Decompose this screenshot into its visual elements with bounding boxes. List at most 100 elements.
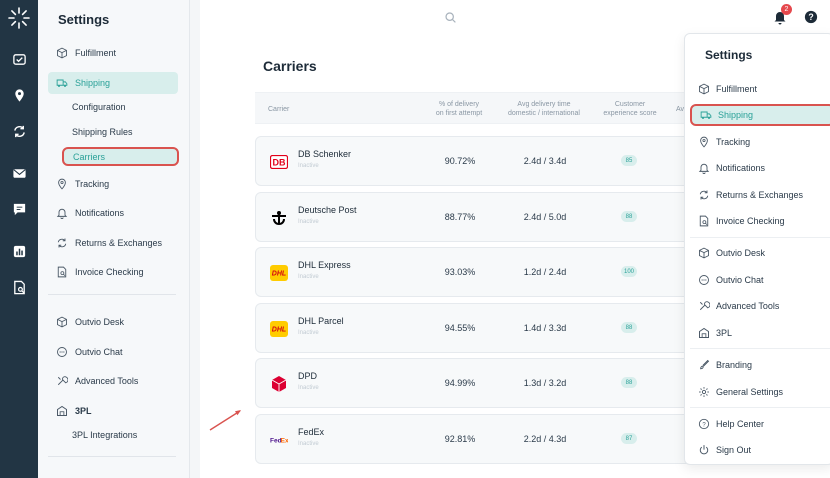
tools-icon [55,374,69,388]
refresh-icon [697,189,710,202]
column-header-carrier: Carrier [268,106,290,113]
invoice-search-icon [55,265,69,279]
sidebar-item-label: Returns & Exchanges [75,238,163,248]
search-icon[interactable] [444,11,457,24]
page-title: Carriers [263,58,317,74]
menu-item-returns-exchanges[interactable]: Returns & Exchanges [690,184,830,206]
column-header-line: experience score [603,110,657,117]
refresh-icon [55,236,69,250]
column-header-avg-time: Avg delivery time domestic / internation… [501,100,587,118]
menu-item-shipping[interactable]: Shipping [690,104,830,126]
column-header-cutoff: Av [676,106,685,113]
sidebar-item-outvio-chat[interactable]: Outvio Chat [48,341,178,363]
carrier-name: DB Schenker [298,149,352,159]
sidebar-item-fulfillment[interactable]: Fulfillment [48,42,178,64]
sidebar-subitem-3pl-integrations[interactable]: 3PL Integrations [72,427,137,443]
svg-text:?: ? [808,12,813,22]
score-badge: 88 [621,211,637,222]
sidebar-subitem-configuration[interactable]: Configuration [72,99,126,115]
menu-item-notifications[interactable]: Notifications [690,157,830,179]
svg-text:?: ? [702,422,706,428]
menu-item-3pl[interactable]: 3PL [690,322,830,344]
menu-item-help-center[interactable]: ? Help Center [690,413,830,435]
help-icon[interactable]: ? [804,10,818,24]
tracking-pin-icon[interactable] [10,86,28,104]
location-pin-icon [697,136,710,149]
chat-icon [55,345,69,359]
column-header-line: domestic / international [508,110,580,117]
avg-delivery-time: 2.4d / 3.4d [523,156,567,166]
sidebar-item-label: Invoice Checking [75,267,144,277]
sidebar-item-advanced-tools[interactable]: Advanced Tools [48,370,178,392]
analytics-icon[interactable] [10,242,28,260]
sidebar-item-label: Fulfillment [75,48,117,58]
carrier-row-dpd[interactable]: DPD Inactive 94.99% 1.3d / 3.2d 88 [255,358,705,408]
sidebar-item-3pl[interactable]: 3PL [48,400,178,422]
svg-text:DHL: DHL [272,327,286,334]
menu-item-tracking[interactable]: Tracking [690,131,830,153]
menu-item-label: General Settings [716,387,784,397]
box-icon [55,46,69,60]
menu-title: Settings [705,48,753,62]
score-badge: 100 [621,266,638,277]
carrier-row-dhl-parcel[interactable]: DHL DHL Parcel Inactive 94.55% 1.4d / 3.… [255,303,705,353]
outvio-logo-icon[interactable] [7,6,31,30]
table-header: Carrier % of delivery on first attempt A… [255,92,705,124]
carrier-name: Deutsche Post [298,205,357,215]
menu-item-outvio-chat[interactable]: Outvio Chat [690,269,830,291]
carrier-name: FedEx [298,427,325,437]
notification-count-badge: 2 [781,4,792,15]
avg-delivery-time: 2.4d / 5.0d [523,212,567,222]
location-pin-icon [55,177,69,191]
mail-icon[interactable] [10,164,28,182]
sidebar-item-returns-exchanges[interactable]: Returns & Exchanges [48,232,178,254]
carrier-row-deutsche-post[interactable]: Deutsche Post Inactive 88.77% 2.4d / 5.0… [255,192,705,242]
carrier-name: DHL Parcel [298,316,344,326]
carrier-row-fedex[interactable]: Fed Ex FedEx Inactive 92.81% 2.2d / 4.3d … [255,414,705,464]
menu-item-advanced-tools[interactable]: Advanced Tools [690,295,830,317]
sidebar-item-notifications[interactable]: Notifications [48,202,178,224]
column-header-score: Customer experience score [595,100,665,118]
carrier-name: DHL Express [298,260,351,270]
menu-item-label: Notifications [716,163,766,173]
settings-doc-icon[interactable] [10,278,28,296]
desk-icon [55,315,69,329]
menu-item-branding[interactable]: Branding [690,354,830,376]
desk-icon [697,247,710,260]
annotation-arrow-icon [209,410,241,431]
sidebar-subitem-carriers[interactable]: Carriers [62,147,179,166]
svg-text:Ex: Ex [281,437,288,444]
menu-item-fulfillment[interactable]: Fulfillment [690,78,830,100]
delivery-pct: 88.77% [444,212,476,222]
sidebar-subitem-shipping-rules[interactable]: Shipping Rules [72,124,133,140]
menu-item-general-settings[interactable]: General Settings [690,381,830,403]
settings-sidebar: Settings Fulfillment Shipping Configurat… [38,0,190,478]
carrier-row-dhl-express[interactable]: DHL DHL Express Inactive 93.03% 1.2d / 2… [255,247,705,297]
delivery-pct: 94.99% [444,378,476,388]
carrier-row-db-schenker[interactable]: DB DB Schenker Inactive 90.72% 2.4d / 3.… [255,136,705,186]
menu-item-invoice-checking[interactable]: Invoice Checking [690,210,830,232]
sidebar-item-outvio-desk[interactable]: Outvio Desk [48,311,178,333]
returns-icon[interactable] [10,122,28,140]
menu-item-sign-out[interactable]: Sign Out [690,439,830,461]
menu-item-outvio-desk[interactable]: Outvio Desk [690,242,830,264]
sidebar-item-label: Outvio Chat [75,347,123,357]
menu-item-label: Outvio Desk [716,248,766,258]
sidebar-item-label: 3PL [75,406,92,416]
carrier-name: DPD [298,371,318,381]
menu-item-label: Branding [716,360,753,370]
sidebar-item-shipping[interactable]: Shipping [48,72,178,94]
carrier-status: Inactive [298,441,319,447]
warehouse-icon [697,327,710,340]
brush-icon [697,359,710,372]
delivery-pct: 90.72% [444,156,476,166]
orders-icon[interactable] [10,50,28,68]
score-badge: 88 [621,377,637,388]
menu-item-label: Invoice Checking [716,216,785,226]
menu-item-label: 3PL [716,328,733,338]
chat-bubble-icon[interactable] [10,200,28,218]
sidebar-item-tracking[interactable]: Tracking [48,173,178,195]
db-schenker-logo: DB [270,154,288,170]
sidebar-item-invoice-checking[interactable]: Invoice Checking [48,261,178,283]
score-badge: 85 [621,155,637,166]
